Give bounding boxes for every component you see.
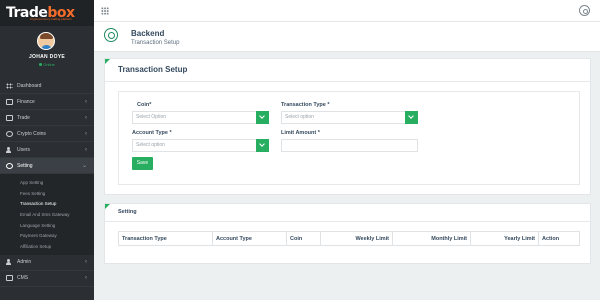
sidebar-item-users[interactable]: Users ‹ <box>0 142 94 158</box>
coin-select-value: Select Option <box>136 114 167 120</box>
logo-tagline: Cryptocurrency trading platform <box>30 17 73 21</box>
profile-status-text: Online <box>43 62 55 67</box>
account-type-select-value: Select option <box>136 142 165 148</box>
profile-status: Online <box>0 62 94 67</box>
chevron-left-icon: ‹ <box>85 98 87 105</box>
sidebar-item-admin[interactable]: Admin ‹ <box>0 255 94 271</box>
transaction-type-select-value: Select option <box>285 114 314 120</box>
sidebar-item-label: CMS <box>17 275 29 282</box>
users-icon <box>6 146 13 153</box>
chevron-left-icon: ‹ <box>85 146 87 153</box>
chevron-left-icon: ‹ <box>85 130 87 137</box>
submenu-item-payment-gateway[interactable]: Payment Gateway <box>0 230 94 241</box>
setting-submenu: App Setting Fees Setting Transaction Set… <box>0 174 94 255</box>
chevron-down-icon[interactable] <box>405 111 418 124</box>
chevron-left-icon: ‹ <box>85 259 87 266</box>
top-bar <box>94 0 600 22</box>
page-subtitle: Transaction Setup <box>131 40 180 46</box>
table-header-row: Transaction Type Account Type Coin Weekl… <box>118 231 580 246</box>
card-icon <box>6 114 13 121</box>
sidebar-item-cms[interactable]: CMS ‹ <box>0 271 94 287</box>
card-icon <box>6 98 13 105</box>
sidebar-item-label: Trade <box>17 114 30 121</box>
coin-select[interactable]: Select Option <box>132 111 269 124</box>
sidebar-menu: Dashboard Finance ‹ Trade ‹ Crypto Coins… <box>0 78 94 287</box>
backend-icon <box>104 28 118 42</box>
divider <box>105 221 590 222</box>
transaction-setup-form: Coin* Select Option Transaction Type * S… <box>118 91 580 185</box>
profile-name: JOHAN DOYE <box>28 54 66 60</box>
save-button[interactable]: Save <box>132 157 153 170</box>
submenu-item-transaction-setup[interactable]: Transaction Setup <box>0 198 94 209</box>
sidebar-item-trade[interactable]: Trade ‹ <box>0 110 94 126</box>
limit-amount-label: Limit Amount * <box>281 130 320 136</box>
submenu-item-affiliation-setup[interactable]: Affiliation Setup <box>0 241 94 252</box>
limit-amount-input[interactable] <box>281 139 418 152</box>
col-account-type[interactable]: Account Type <box>212 231 287 246</box>
panel-title: Transaction Setup <box>118 65 188 74</box>
submenu-item-fees-setting[interactable]: Fees Setting <box>0 188 94 199</box>
settings-table: Transaction Type Account Type Coin Weekl… <box>118 231 580 246</box>
chevron-down-icon[interactable] <box>256 111 269 124</box>
sidebar-item-dashboard[interactable]: Dashboard <box>0 78 94 94</box>
col-action[interactable]: Action <box>538 231 580 246</box>
sidebar: Tradebox Cryptocurrency trading platform… <box>0 0 94 300</box>
chevron-down-icon[interactable] <box>256 139 269 152</box>
setting-panel: Setting Transaction Type Account Type Co… <box>104 203 591 264</box>
page-title: Backend <box>131 29 165 38</box>
transaction-type-select[interactable]: Select option <box>281 111 418 124</box>
col-yearly-limit[interactable]: Yearly Limit <box>470 231 539 246</box>
card-icon <box>6 275 13 282</box>
chevron-left-icon: ‹ <box>85 275 87 282</box>
submenu-item-language-setting[interactable]: Language Setting <box>0 220 94 231</box>
sidebar-item-label: Users <box>17 146 31 153</box>
logo-bar: Tradebox <box>0 0 94 26</box>
panel-corner-marker <box>105 59 110 64</box>
users-icon <box>6 259 13 266</box>
online-dot-icon <box>39 63 43 66</box>
apps-grid-icon[interactable] <box>101 7 109 15</box>
col-monthly-limit[interactable]: Monthly Limit <box>392 231 471 246</box>
col-weekly-limit[interactable]: Weekly Limit <box>320 231 393 246</box>
transaction-setup-panel: Transaction Setup Coin* Select Option Tr… <box>104 58 591 195</box>
panel-corner-marker <box>105 204 110 209</box>
panel-title: Setting <box>118 209 137 215</box>
sidebar-item-finance[interactable]: Finance ‹ <box>0 94 94 110</box>
col-transaction-type[interactable]: Transaction Type <box>118 231 213 246</box>
account-type-select[interactable]: Select option <box>132 139 269 152</box>
sidebar-item-label: Crypto Coins <box>17 130 46 137</box>
dashboard-icon <box>6 82 13 89</box>
sidebar-item-setting[interactable]: Setting ⌄ <box>0 158 94 174</box>
chevron-down-icon: ⌄ <box>81 163 87 169</box>
gear-icon <box>6 162 13 169</box>
settings-gear-icon[interactable] <box>579 5 590 16</box>
page-header: Backend Transaction Setup <box>94 22 600 52</box>
transaction-type-label: Transaction Type * <box>281 102 330 108</box>
sidebar-item-label: Admin <box>17 259 32 266</box>
submenu-item-email-sms-gateway[interactable]: Email And Sms Gateway <box>0 209 94 220</box>
col-coin[interactable]: Coin <box>286 231 321 246</box>
account-type-label: Account Type * <box>132 130 172 136</box>
sidebar-item-label: Dashboard <box>17 82 42 89</box>
sidebar-item-crypto-coins[interactable]: Crypto Coins ‹ <box>0 126 94 142</box>
chevron-left-icon: ‹ <box>85 114 87 121</box>
divider <box>105 81 590 82</box>
sidebar-item-label: Setting <box>17 162 33 169</box>
coin-icon <box>6 130 13 137</box>
submenu-item-app-setting[interactable]: App Setting <box>0 177 94 188</box>
coin-label: Coin* <box>137 102 152 108</box>
avatar[interactable] <box>37 32 55 50</box>
sidebar-item-label: Finance <box>17 98 35 105</box>
